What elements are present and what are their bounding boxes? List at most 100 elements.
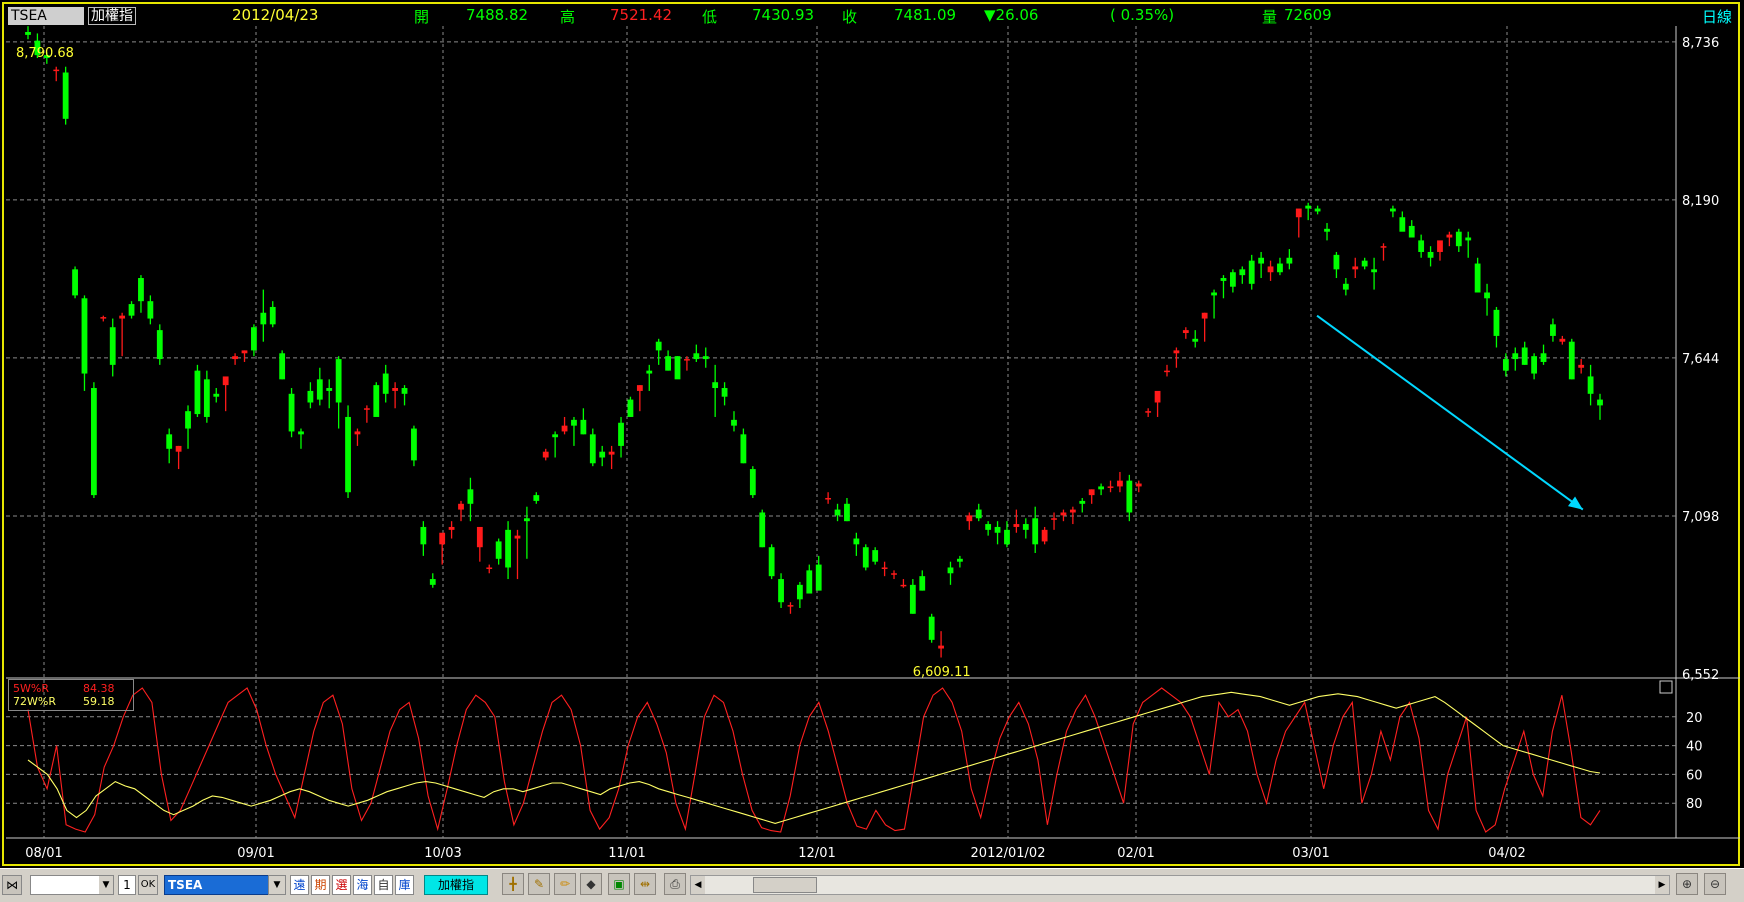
- period-select[interactable]: ▼: [30, 875, 114, 895]
- candle-body: [1173, 350, 1180, 354]
- candle-body: [147, 301, 154, 319]
- zoom-out-icon[interactable]: ⊖: [1704, 873, 1726, 895]
- candle-body: [1004, 529, 1010, 545]
- candle-body: [1352, 266, 1359, 270]
- legend-72wr-value: 59.18: [83, 695, 115, 708]
- candle-body: [731, 419, 737, 426]
- candle-body: [1418, 240, 1425, 252]
- candle-body: [778, 579, 784, 603]
- candle-body: [1559, 338, 1566, 342]
- candle-body: [241, 350, 248, 354]
- period-count-input[interactable]: 1: [118, 875, 136, 895]
- candle-body: [354, 431, 361, 435]
- legend-5wr-name: 5W%R: [13, 682, 49, 695]
- indicator-close-icon[interactable]: [1659, 680, 1673, 694]
- candle-body: [1098, 486, 1105, 490]
- wrench-icon[interactable]: ✎: [528, 873, 550, 895]
- price-tick-label: 8,190: [1682, 194, 1719, 209]
- symbol-name-button[interactable]: 加權指: [424, 875, 488, 895]
- candle-body: [1371, 269, 1377, 273]
- candle-body: [523, 518, 530, 522]
- candle-body: [288, 393, 295, 432]
- candle-body: [589, 434, 596, 464]
- candle-body: [1295, 208, 1302, 218]
- candle-body: [618, 422, 624, 446]
- candle-body: [1239, 269, 1246, 276]
- low-annotation: 6,609.11: [913, 665, 971, 680]
- tab-library[interactable]: 庫: [395, 875, 414, 895]
- printer-icon[interactable]: ⎙: [664, 873, 686, 895]
- candle-body: [1060, 512, 1067, 516]
- scroll-left-icon[interactable]: ◀: [691, 876, 705, 894]
- ok-button[interactable]: OK: [138, 875, 158, 895]
- candle-body: [1531, 356, 1538, 374]
- candle-body: [571, 419, 577, 426]
- candle-body: [335, 359, 342, 403]
- tab-far[interactable]: 遠: [290, 875, 309, 895]
- candle-body: [166, 434, 173, 449]
- candle-body: [119, 315, 126, 319]
- wr-5-line: [27, 687, 1601, 833]
- excel-icon[interactable]: ▣: [608, 873, 630, 895]
- scroll-thumb[interactable]: [753, 877, 817, 893]
- high-annotation: 8,790.68: [16, 46, 74, 61]
- candle-body: [712, 382, 719, 389]
- candle-body: [1550, 324, 1556, 336]
- candle-body: [138, 278, 144, 302]
- crosshair-icon[interactable]: ╋: [502, 873, 524, 895]
- candle-body: [1182, 330, 1189, 334]
- date-tick-label: 12/01: [798, 846, 835, 861]
- candle-body: [1305, 205, 1312, 209]
- zoom-in-icon[interactable]: ⊕: [1676, 873, 1698, 895]
- date-tick-label: 02/01: [1117, 846, 1154, 861]
- candle-body: [326, 388, 333, 391]
- candle-body: [928, 616, 935, 640]
- candle-body: [853, 538, 860, 545]
- tab-custom[interactable]: 自: [374, 875, 393, 895]
- scroll-right-icon[interactable]: ▶: [1655, 876, 1669, 894]
- trend-arrow-head: [1567, 496, 1583, 510]
- chart-window: TSEA 加權指 2012/04/23 開 7488.82 高 7521.42 …: [0, 0, 1744, 902]
- candlestick-chart[interactable]: 8,736 8,190 7,644 7,098 6,552 08/01 09/01 10/03…: [0, 0, 1744, 866]
- candle-body: [768, 547, 775, 577]
- tab-overseas[interactable]: 海: [353, 875, 372, 895]
- candle-body: [1446, 234, 1453, 238]
- bottom-toolbar: ⋈ ▼ 1 OK TSEA ▼ 遠 期 選 海 自 庫 加權指 ╋ ✎ ✏ ◆ …: [0, 868, 1744, 902]
- symbol-dropdown-button[interactable]: ▼: [268, 875, 286, 895]
- candle-body: [458, 503, 464, 510]
- candle-body: [1201, 312, 1208, 319]
- candle-body: [1032, 518, 1039, 545]
- candle-body: [316, 379, 323, 400]
- candle-body: [514, 535, 521, 539]
- price-tick-label: 8,736: [1682, 36, 1719, 51]
- candle-body: [938, 645, 944, 649]
- date-tick-label: 03/01: [1292, 846, 1329, 861]
- scale-icon[interactable]: ⇹: [634, 873, 656, 895]
- collapse-icon[interactable]: ⋈: [2, 875, 22, 895]
- candle-body: [90, 388, 97, 496]
- candle-body: [608, 451, 615, 455]
- candle-body: [1267, 266, 1274, 273]
- candle-body: [1164, 370, 1170, 373]
- eraser-icon[interactable]: ◆: [580, 873, 602, 895]
- tab-futures[interactable]: 期: [311, 875, 330, 895]
- candle-body: [486, 567, 493, 569]
- tab-options[interactable]: 選: [332, 875, 351, 895]
- time-scrollbar[interactable]: ◀ ▶: [690, 875, 1670, 895]
- candle-body: [599, 451, 606, 458]
- candle-body: [1540, 353, 1547, 362]
- candle-body: [834, 509, 841, 516]
- candle-body: [269, 306, 276, 325]
- candle-body: [1069, 509, 1076, 513]
- candle-body: [128, 304, 135, 316]
- candle-body: [382, 373, 389, 394]
- wr-72-line: [27, 691, 1601, 824]
- candle-body: [844, 503, 850, 522]
- candle-body: [1126, 480, 1133, 513]
- candle-body: [1051, 518, 1057, 520]
- candle-body: [740, 434, 747, 464]
- pencil-icon[interactable]: ✏: [554, 873, 576, 895]
- candle-body: [420, 526, 427, 545]
- candle-body: [194, 370, 201, 415]
- candle-body: [1229, 272, 1236, 287]
